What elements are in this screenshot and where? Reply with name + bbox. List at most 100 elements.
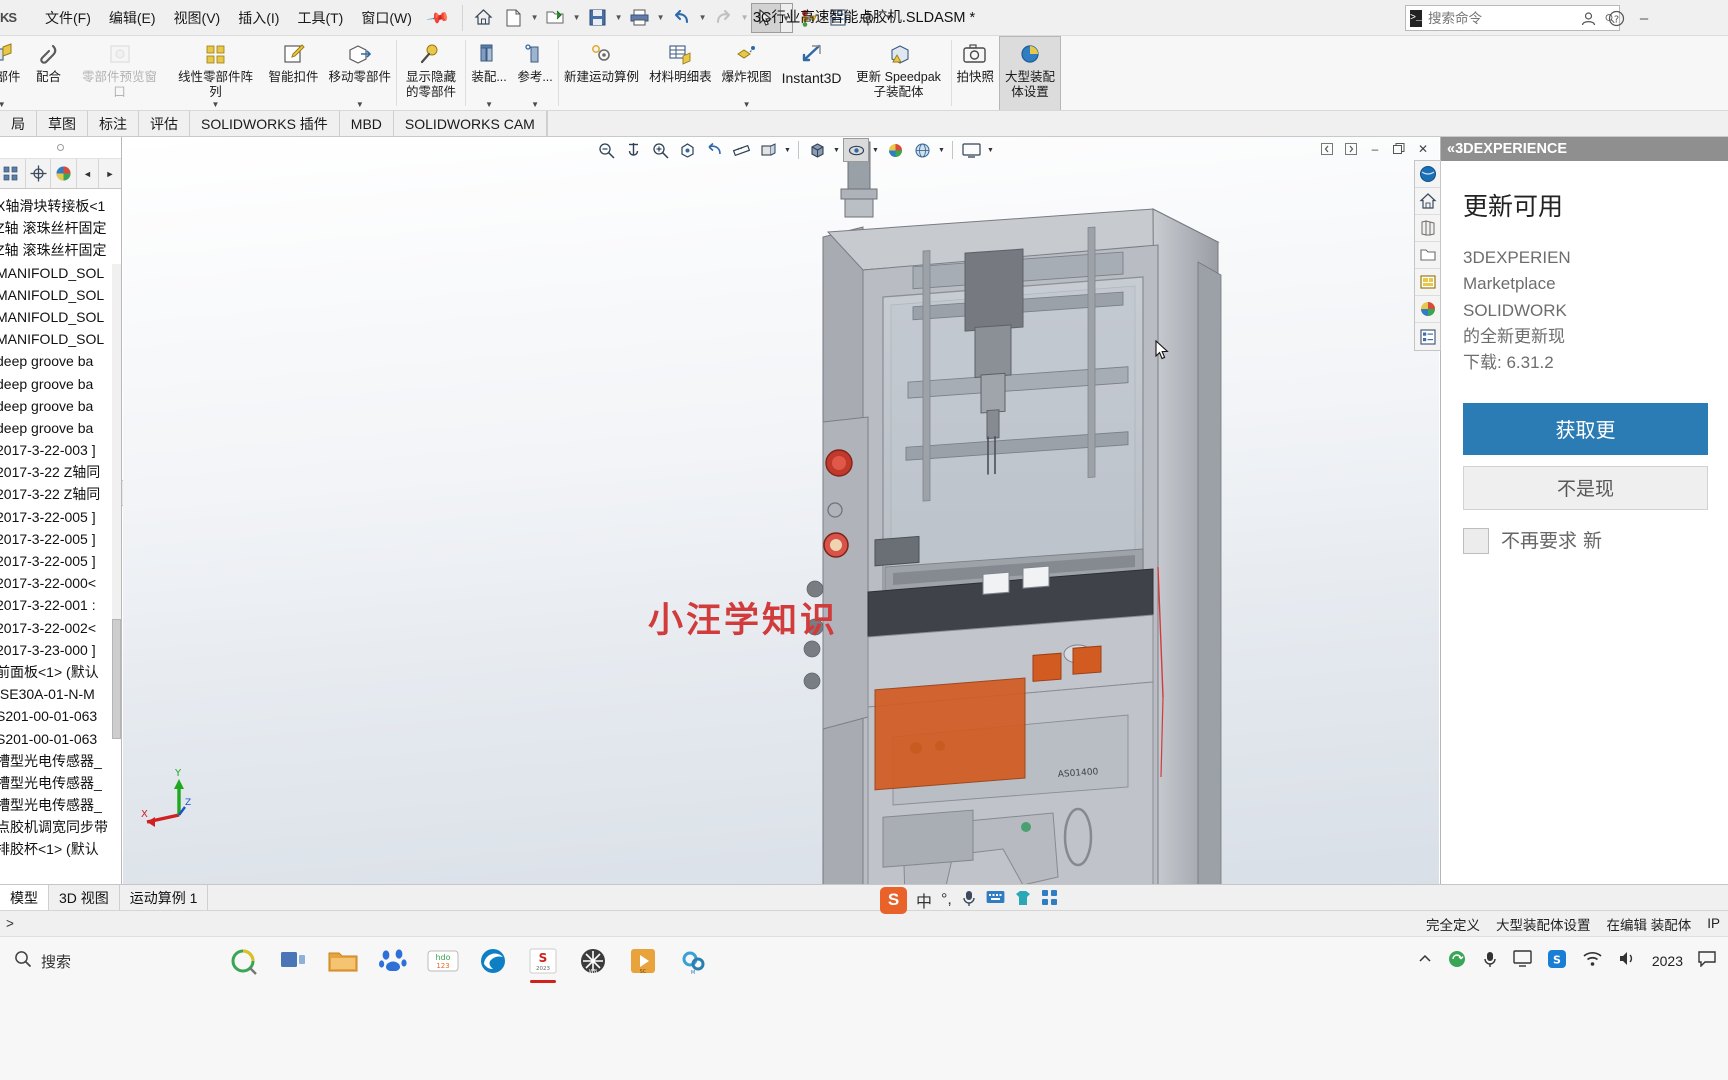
view-settings-icon[interactable]	[958, 138, 984, 162]
tree-item[interactable]: deep groove ba	[0, 417, 121, 439]
feature-tree-tab[interactable]	[0, 159, 26, 188]
ribbon-reference-geometry[interactable]: 参考... ▼	[512, 36, 558, 110]
sogou-ime-icon[interactable]: S	[880, 886, 907, 914]
tree-item[interactable]: deep groove ba	[0, 350, 121, 372]
view-orientation-cube-icon[interactable]	[804, 138, 830, 162]
tree-scrollbar-thumb[interactable]	[112, 619, 121, 739]
settings-caret-icon[interactable]: ▼	[883, 13, 895, 22]
ribbon-linear-component-pattern[interactable]: 线性零部件阵列 ▼	[168, 36, 264, 110]
property-manager-tab[interactable]	[26, 159, 52, 188]
tab-evaluate[interactable]: 评估	[139, 111, 190, 136]
file-explorer-icon[interactable]	[1415, 242, 1440, 269]
ribbon-mate[interactable]: 配合	[26, 36, 72, 110]
previous-view-icon[interactable]	[701, 138, 727, 162]
cortana-icon[interactable]	[218, 937, 268, 985]
menu-view[interactable]: 视图(V)	[165, 3, 230, 33]
sync-icon[interactable]	[1447, 949, 1467, 974]
dont-ask-again-checkbox-row[interactable]: 不再要求 新	[1463, 527, 1708, 556]
ribbon-update-speedpak[interactable]: 更新 Speedpak 子装配体	[847, 36, 951, 110]
view-orientation-icon[interactable]	[674, 138, 700, 162]
tree-item[interactable]: 槽型光电传感器_	[0, 750, 121, 772]
wb-app-icon[interactable]: WB	[568, 937, 618, 985]
file-explorer-icon[interactable]	[318, 937, 368, 985]
taskbar-search[interactable]: 搜索	[0, 937, 218, 985]
chevron-down-icon[interactable]: ▼	[531, 100, 539, 109]
open-document-caret-icon[interactable]: ▼	[571, 13, 583, 22]
volume-icon[interactable]	[1618, 950, 1637, 972]
dont-ask-again-checkbox[interactable]	[1463, 527, 1489, 554]
ribbon-insert-components[interactable]: 零部件 ▼	[0, 36, 26, 110]
panel-collapse-row[interactable]	[0, 137, 121, 159]
restore-document-button[interactable]	[1388, 139, 1410, 159]
tree-item[interactable]: 2017-3-22-001 :	[0, 594, 121, 616]
tree-item[interactable]: 2017-3-22-003 ]	[0, 439, 121, 461]
next-document-button[interactable]	[1340, 139, 1362, 159]
baidu-icon[interactable]	[368, 937, 418, 985]
ribbon-new-motion-study[interactable]: 新建运动算例	[559, 36, 644, 110]
menu-window[interactable]: 窗口(W)	[352, 3, 421, 33]
select-caret-icon[interactable]: ▼	[780, 2, 793, 33]
tab-solidworks-addins[interactable]: SOLIDWORKS 插件	[190, 111, 340, 136]
ribbon-instant3d[interactable]: Instant3D	[777, 36, 847, 110]
tree-item[interactable]: 2017-3-23-000 ]	[0, 639, 121, 661]
options-list-icon[interactable]	[823, 3, 853, 33]
3dexperience-icon[interactable]	[1415, 161, 1440, 188]
tree-item[interactable]: 点胶机调宽同步带	[0, 816, 121, 838]
display-style-caret-icon[interactable]: ▼	[782, 147, 793, 154]
m-settings-icon[interactable]: M	[668, 937, 718, 985]
account-icon[interactable]	[1574, 0, 1602, 36]
ribbon-take-snapshot[interactable]: 拍快照	[952, 36, 1000, 110]
hide-show-caret-icon[interactable]: ▼	[870, 147, 881, 154]
tree-item[interactable]: 槽型光电传感器_	[0, 794, 121, 816]
tab-markup[interactable]: 标注	[88, 111, 139, 136]
minimize-window-button[interactable]: –	[1630, 0, 1658, 36]
tree-item[interactable]: deep groove ba	[0, 395, 121, 417]
save-icon[interactable]	[583, 3, 613, 33]
microphone-icon[interactable]	[1482, 950, 1498, 973]
custom-properties-icon[interactable]	[1415, 323, 1440, 350]
tab-layout[interactable]: 局	[0, 111, 37, 136]
tree-item[interactable]: 前面板<1> (默认	[0, 661, 121, 683]
graphics-area[interactable]: ▼ ▼ ▼ ▼ ▼ – ✕ AS01400 小汪学知识 X Y Z	[123, 137, 1439, 889]
display-style-icon[interactable]	[755, 138, 781, 162]
notification-icon[interactable]	[1698, 950, 1716, 972]
tree-nav-prev-button[interactable]: ◄	[77, 159, 100, 188]
ime-keyboard-icon[interactable]	[986, 890, 1005, 910]
tree-scrollbar[interactable]	[112, 264, 121, 739]
tree-item[interactable]: 2017-3-22-005 ]	[0, 506, 121, 528]
ime-mode-chinese[interactable]: 中	[916, 888, 932, 912]
chevron-up-icon[interactable]	[1418, 952, 1432, 970]
ribbon-show-hidden-components[interactable]: 显示隐藏的零部件	[397, 36, 465, 110]
tree-item[interactable]: S201-00-01-063	[0, 728, 121, 750]
tree-item[interactable]: MANIFOLD_SOL	[0, 306, 121, 328]
assembly-model-3d-view[interactable]: AS01400	[123, 137, 1439, 889]
not-now-button[interactable]: 不是现	[1463, 465, 1708, 510]
tree-item[interactable]: X轴滑块转接板<1	[0, 195, 121, 217]
ribbon-smart-fasteners[interactable]: 智能扣件	[264, 36, 324, 110]
design-library-icon[interactable]	[1415, 215, 1440, 242]
home-icon[interactable]	[469, 3, 499, 33]
help-icon[interactable]: ?	[1602, 0, 1630, 36]
solidworks-icon[interactable]: S 2023	[518, 937, 568, 985]
ribbon-large-assembly-settings[interactable]: 大型装配体设置	[999, 36, 1062, 110]
bottom-tab-motion-study[interactable]: 运动算例 1	[120, 885, 209, 910]
print-caret-icon[interactable]: ▼	[655, 13, 667, 22]
ime-punctuation[interactable]: °,	[941, 891, 952, 909]
view-settings-caret-icon[interactable]: ▼	[985, 147, 996, 154]
appearances-icon[interactable]	[882, 138, 908, 162]
select-cursor-icon[interactable]	[750, 2, 781, 33]
tree-item[interactable]: 2017-3-22 Z轴同	[0, 461, 121, 483]
settings-gear-icon[interactable]	[853, 3, 883, 33]
redo-icon[interactable]	[709, 3, 739, 33]
hide-show-items-icon[interactable]	[843, 138, 869, 162]
bottom-tab-3dviews[interactable]: 3D 视图	[49, 885, 120, 910]
tree-item[interactable]: 2017-3-22-005 ]	[0, 528, 121, 550]
tree-item[interactable]: 2017-3-22-002<	[0, 617, 121, 639]
get-update-button[interactable]: 获取更	[1463, 402, 1708, 455]
tree-item[interactable]: Z轴 滚珠丝杆固定	[0, 217, 121, 239]
tree-item[interactable]: MANIFOLD_SOL	[0, 262, 121, 284]
close-document-button[interactable]: ✕	[1412, 139, 1434, 159]
menu-file[interactable]: 文件(F)	[36, 3, 100, 33]
ribbon-move-component[interactable]: 移动零部件 ▼	[324, 36, 397, 110]
tree-item[interactable]: 2017-3-22-005 ]	[0, 550, 121, 572]
